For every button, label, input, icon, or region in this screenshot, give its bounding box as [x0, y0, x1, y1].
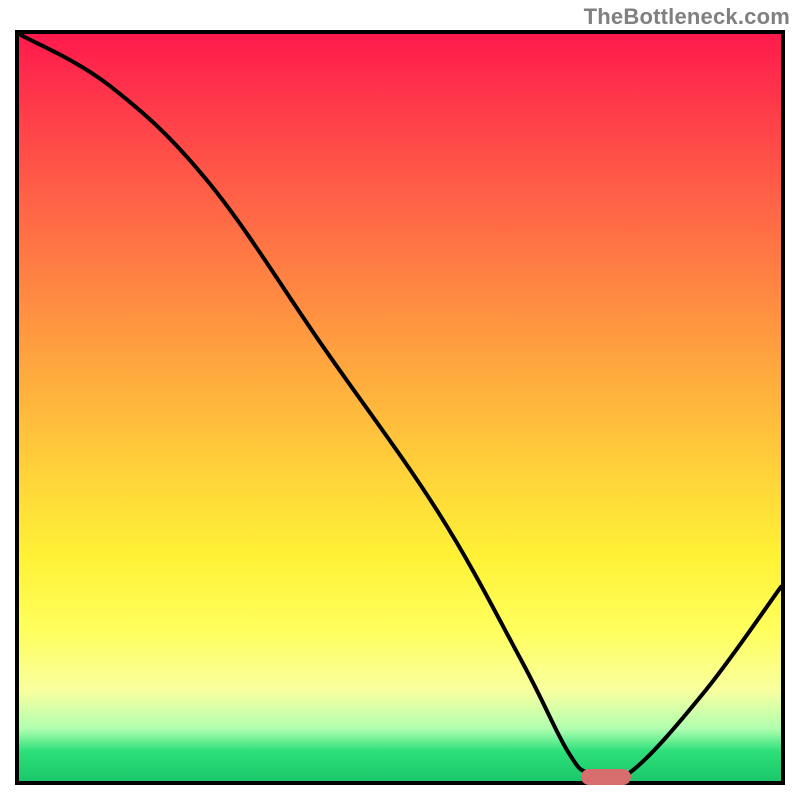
minimum-marker: [581, 769, 631, 785]
watermark-text: TheBottleneck.com: [584, 4, 790, 30]
chart-stage: TheBottleneck.com: [0, 0, 800, 800]
plot-frame: [15, 30, 785, 785]
bottleneck-curve: [19, 34, 781, 781]
